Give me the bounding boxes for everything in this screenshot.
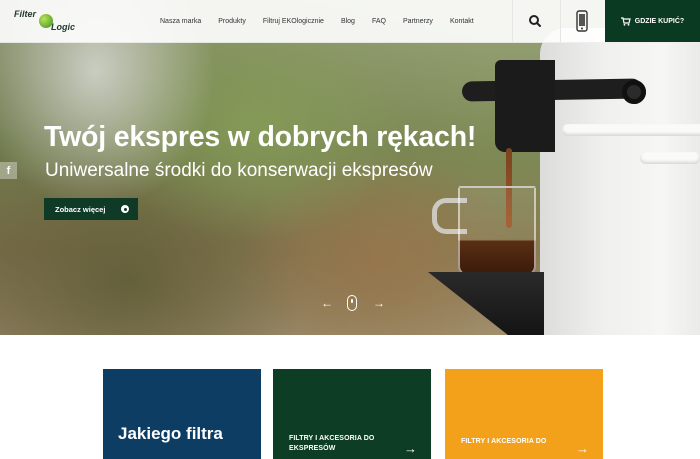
facebook-icon[interactable]: f <box>0 162 17 179</box>
where-to-buy-button[interactable]: GDZIE KUPIĆ? <box>605 0 700 42</box>
espresso-machine-image <box>540 28 700 335</box>
card-filters-accessories-2[interactable]: FILTRY I AKCESORIA DO → <box>445 369 603 459</box>
scroll-mouse-icon[interactable] <box>347 295 357 311</box>
main-nav: Nasza marka Produkty Filtruj EKOlogiczni… <box>160 0 491 42</box>
nav-item-produkty[interactable]: Produkty <box>218 18 246 25</box>
mobile-phone-icon[interactable] <box>576 10 588 32</box>
logo-word-2: Logic <box>51 22 75 32</box>
card-filter-finder[interactable]: Jakiego filtra <box>103 369 261 459</box>
logo[interactable]: Filter Logic <box>14 8 84 34</box>
logo-word-1: Filter <box>14 9 37 19</box>
circle-bullet-icon <box>121 205 130 213</box>
search-icon[interactable] <box>527 13 543 29</box>
nav-item-kontakt[interactable]: Kontakt <box>450 18 474 25</box>
nav-item-faq[interactable]: FAQ <box>372 18 386 25</box>
nav-item-nasza-marka[interactable]: Nasza marka <box>160 18 201 25</box>
see-more-button[interactable]: Zobacz więcej <box>44 198 138 220</box>
card-filters-accessories[interactable]: FILTRY I AKCESORIA DO EKSPRESÓW → <box>273 369 431 459</box>
card-title: FILTRY I AKCESORIA DO <box>461 438 547 445</box>
nav-item-partnerzy[interactable]: Partnerzy <box>403 18 433 25</box>
nav-item-blog[interactable]: Blog <box>341 18 355 25</box>
nav-item-filtruj[interactable]: Filtruj EKOlogicznie <box>263 18 324 25</box>
card-title: Jakiego filtra <box>118 424 223 443</box>
see-more-label: Zobacz więcej <box>55 204 106 214</box>
hero-title: Twój ekspres w dobrych rękach! <box>44 121 477 153</box>
arrow-right-icon: → <box>576 441 589 456</box>
arrow-right-icon: → <box>404 441 417 456</box>
site-header: Filter Logic Nasza marka Produkty Filtru… <box>0 0 700 43</box>
card-title: FILTRY I AKCESORIA DO EKSPRESÓW <box>289 435 375 452</box>
hero-subtitle: Uniwersalne środki do konserwacji ekspre… <box>45 160 433 181</box>
slider-next-arrow-icon[interactable]: → <box>373 296 385 310</box>
slider-prev-arrow-icon[interactable]: ← <box>321 296 333 310</box>
cart-icon <box>620 16 631 26</box>
espresso-cup-image <box>458 186 536 276</box>
where-to-buy-label: GDZIE KUPIĆ? <box>634 17 685 25</box>
